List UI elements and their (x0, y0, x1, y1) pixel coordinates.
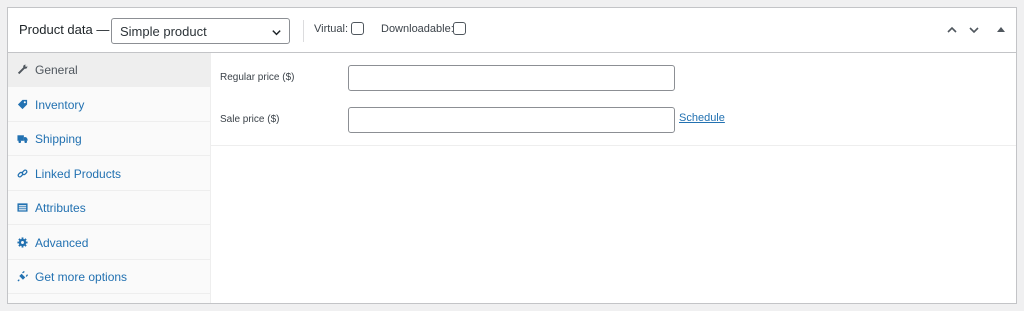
downloadable-label: Downloadable: (381, 23, 454, 35)
link-icon (17, 168, 28, 179)
plugin-icon (17, 271, 28, 282)
tab-shipping-label: Shipping (35, 131, 82, 146)
tag-icon (17, 99, 28, 110)
tab-advanced[interactable]: Advanced (8, 226, 210, 260)
section-divider (211, 145, 1016, 146)
wrench-icon (17, 64, 28, 75)
panel-header: Product data — Simple product Virtual: D… (8, 8, 1016, 53)
product-type-value: Simple product (120, 24, 207, 39)
product-type-select[interactable]: Simple product (111, 18, 290, 44)
virtual-checkbox[interactable] (351, 22, 364, 35)
panel-title: Product data — (19, 22, 110, 37)
tab-advanced-label: Advanced (35, 235, 89, 250)
gear-icon (17, 237, 28, 248)
tab-attributes[interactable]: Attributes (8, 191, 210, 225)
tab-general[interactable]: General (8, 53, 210, 87)
move-up-icon[interactable] (944, 22, 960, 38)
sale-price-input[interactable] (348, 107, 675, 133)
product-data-panel: Product data — Simple product Virtual: D… (7, 7, 1017, 304)
general-panel: Regular price ($) Sale price ($) Schedul… (211, 53, 1016, 303)
tab-general-label: General (35, 62, 78, 77)
virtual-label: Virtual: (314, 23, 349, 35)
tab-inventory-label: Inventory (35, 97, 85, 112)
tab-linked-products-label: Linked Products (35, 166, 122, 181)
move-down-icon[interactable] (966, 22, 982, 38)
list-icon (17, 202, 28, 213)
regular-price-input[interactable] (348, 65, 675, 91)
tab-linked-products[interactable]: Linked Products (8, 157, 210, 191)
collapse-icon[interactable] (993, 22, 1009, 38)
header-separator (303, 20, 304, 42)
product-data-tabs: General Inventory Shipping Linked Produc… (8, 53, 211, 303)
tab-get-more-options-label: Get more options (35, 269, 128, 284)
tab-get-more-options[interactable]: Get more options (8, 260, 210, 294)
truck-icon (17, 133, 28, 144)
regular-price-label: Regular price ($) (220, 72, 295, 83)
downloadable-checkbox[interactable] (453, 22, 466, 35)
chevron-down-icon (271, 26, 282, 41)
tab-inventory[interactable]: Inventory (8, 88, 210, 122)
sale-price-label: Sale price ($) (220, 114, 280, 125)
tab-attributes-label: Attributes (35, 200, 86, 215)
tab-shipping[interactable]: Shipping (8, 122, 210, 156)
schedule-link[interactable]: Schedule (679, 112, 725, 124)
